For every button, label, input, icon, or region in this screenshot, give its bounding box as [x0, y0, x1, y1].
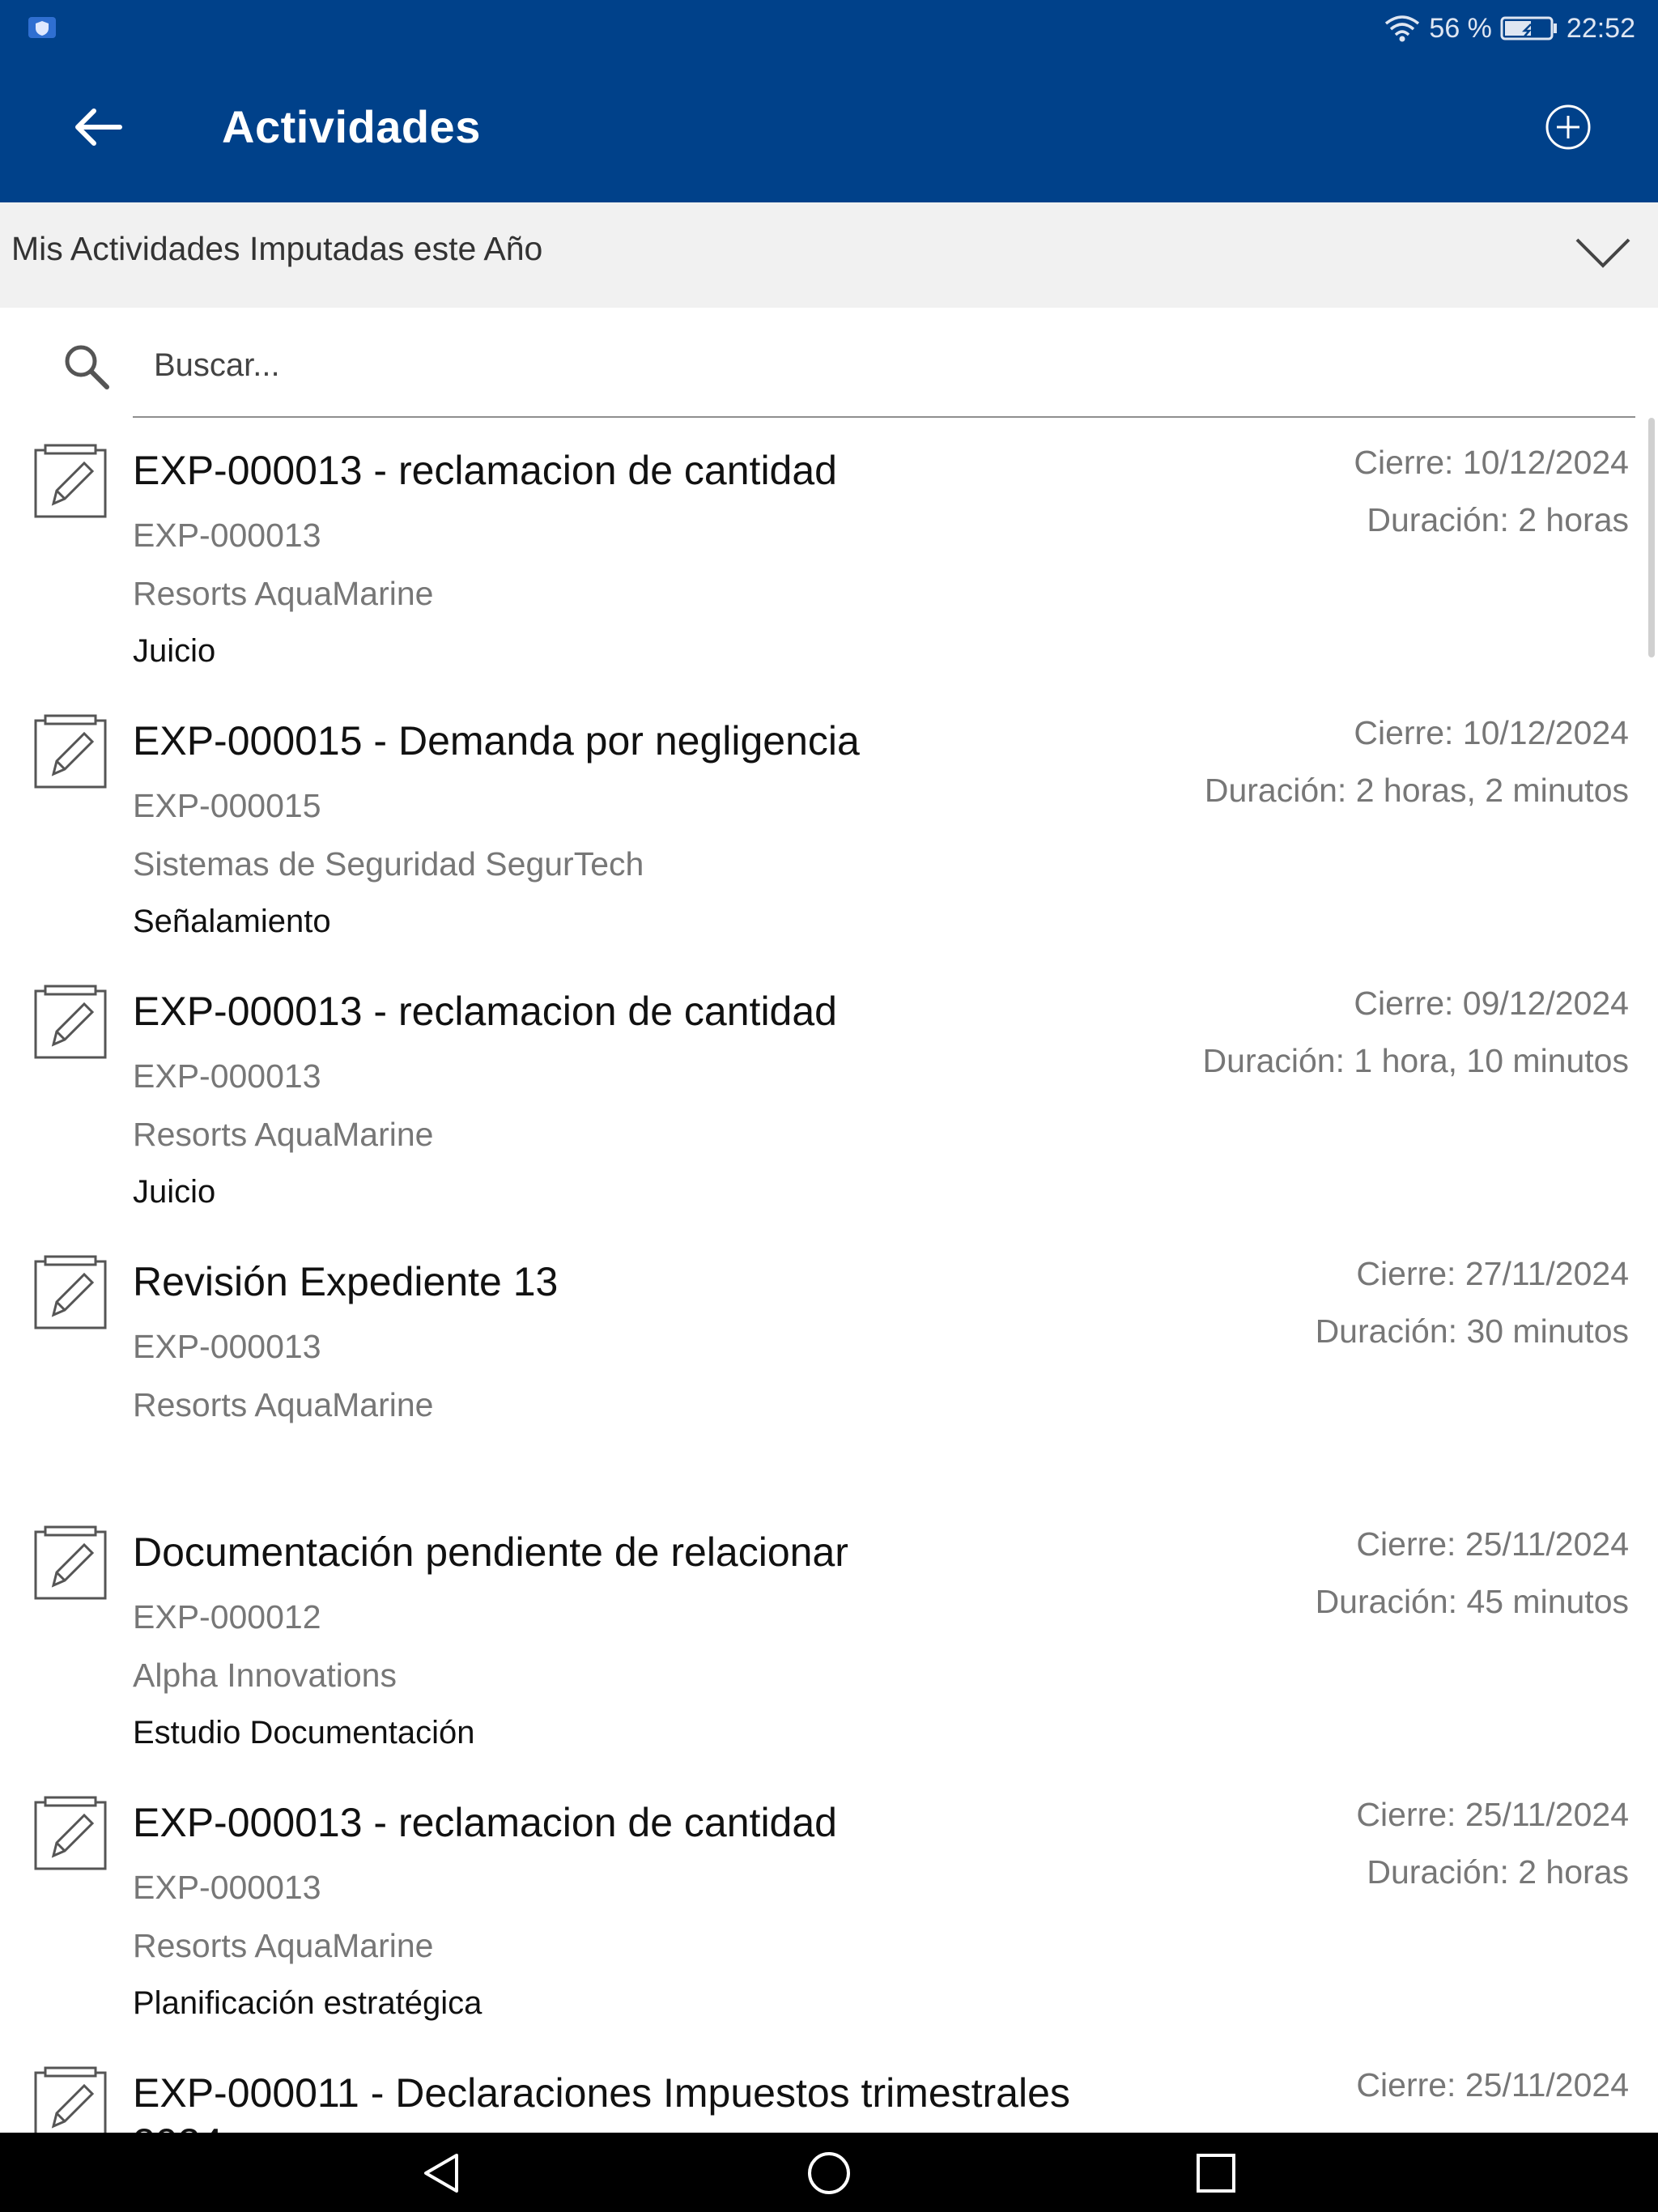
activity-cierre: Cierre: 10/12/2024: [1354, 714, 1629, 751]
arrow-left-icon: [75, 108, 122, 146]
activity-cliente: Resorts AquaMarine: [133, 575, 434, 612]
add-circle-icon[interactable]: [1543, 102, 1593, 152]
activity-duracion: Duración: 2 horas, 2 minutos: [1204, 772, 1629, 809]
edit-document-icon: [34, 1255, 107, 1329]
activity-item[interactable]: EXP-000013 - reclamacion de cantidad EXP…: [0, 959, 1658, 1231]
activity-cierre: Cierre: 25/11/2024: [1356, 1525, 1629, 1563]
activity-expediente: EXP-000012: [133, 1598, 321, 1636]
activity-cierre: Cierre: 25/11/2024: [1356, 2066, 1629, 2104]
activity-title: EXP-000015 - Demanda por negligencia: [133, 718, 860, 764]
activity-title: Documentación pendiente de relacionar: [133, 1529, 848, 1575]
system-nav-bar: [0, 2133, 1658, 2212]
activity-tipo: Señalamiento: [133, 904, 331, 939]
activity-cliente: Resorts AquaMarine: [133, 1927, 434, 1964]
vpn-shield-icon: [28, 17, 56, 38]
activity-cierre: Cierre: 27/11/2024: [1356, 1255, 1629, 1292]
wifi-icon: [1385, 15, 1420, 42]
activity-list: EXP-000013 - reclamacion de cantidad EXP…: [0, 418, 1658, 2133]
activity-expediente: EXP-000013: [133, 1869, 321, 1906]
filter-selected-label: Mis Actividades Imputadas este Año: [11, 230, 543, 267]
activity-item[interactable]: EXP-000013 - reclamacion de cantidad EXP…: [0, 418, 1658, 690]
activity-title: Revisión Expediente 13: [133, 1259, 559, 1304]
activity-cliente: Sistemas de Seguridad SegurTech: [133, 845, 644, 883]
clock: 22:52: [1566, 12, 1635, 44]
search-input[interactable]: [154, 332, 1449, 398]
edit-document-icon: [34, 985, 107, 1059]
edit-document-icon: [34, 444, 107, 518]
nav-recents-icon[interactable]: [1192, 2150, 1240, 2196]
activity-item[interactable]: EXP-000013 - reclamacion de cantidad EXP…: [0, 1770, 1658, 2042]
activity-tipo: Estudio Documentación: [133, 1715, 475, 1750]
activity-title: EXP-000013 - reclamacion de cantidad: [133, 448, 837, 493]
activity-expediente: EXP-000015: [133, 787, 321, 824]
activity-duracion: Duración: 30 minutos: [1315, 1312, 1629, 1350]
activity-duracion: Duración: 1 hora, 10 minutos: [1202, 1042, 1629, 1079]
activity-item[interactable]: EXP-000011 - Declaraciones Impuestos tri…: [0, 2040, 1658, 2133]
nav-home-icon[interactable]: [805, 2150, 853, 2196]
edit-document-icon: [34, 714, 107, 789]
activity-item[interactable]: Revisión Expediente 13 EXP-000013 Resort…: [0, 1229, 1658, 1501]
search-bar: [0, 308, 1658, 418]
filter-selector[interactable]: Mis Actividades Imputadas este Año: [0, 202, 1658, 308]
activity-cierre: Cierre: 10/12/2024: [1354, 444, 1629, 481]
activity-title: EXP-000013 - reclamacion de cantidad: [133, 989, 837, 1034]
edit-document-icon: [34, 1525, 107, 1600]
activity-duracion: Duración: 2 horas: [1367, 1853, 1629, 1891]
back-button[interactable]: [65, 94, 131, 160]
activity-expediente: EXP-000013: [133, 517, 321, 554]
battery-percent: 56 %: [1429, 12, 1492, 44]
activity-cierre: Cierre: 09/12/2024: [1354, 985, 1629, 1022]
nav-back-icon[interactable]: [418, 2150, 466, 2196]
chevron-down-icon: [1575, 238, 1630, 268]
page-title: Actividades: [222, 101, 481, 152]
activity-duracion: Duración: 2 horas: [1367, 501, 1629, 538]
activity-cliente: Resorts AquaMarine: [133, 1116, 434, 1153]
activity-tipo: Juicio: [133, 1174, 216, 1210]
activity-cierre: Cierre: 25/11/2024: [1356, 1796, 1629, 1833]
activity-tipo: Planificación estratégica: [133, 1985, 483, 2021]
activity-title: EXP-000013 - reclamacion de cantidad: [133, 1800, 837, 1845]
activity-item[interactable]: Documentación pendiente de relacionar EX…: [0, 1499, 1658, 1772]
search-icon: [65, 345, 109, 389]
list-scrollbar[interactable]: [1648, 418, 1655, 657]
edit-document-icon: [34, 1796, 107, 1870]
battery-icon: [1500, 16, 1557, 40]
activity-title: EXP-000011 - Declaraciones Impuestos tri…: [133, 2070, 1070, 2133]
app-bar: Actividades: [0, 55, 1658, 202]
activity-item[interactable]: EXP-000015 - Demanda por negligencia EXP…: [0, 688, 1658, 960]
activity-duracion: Duración: 45 minutos: [1315, 1583, 1629, 1620]
status-bar: 56 % 22:52: [0, 0, 1658, 55]
activity-cliente: Alpha Innovations: [133, 1657, 397, 1694]
edit-document-icon: [34, 2066, 107, 2133]
activity-cliente: Resorts AquaMarine: [133, 1386, 434, 1423]
activity-tipo: Juicio: [133, 633, 216, 669]
activity-expediente: EXP-000013: [133, 1328, 321, 1365]
activity-expediente: EXP-000013: [133, 1057, 321, 1095]
